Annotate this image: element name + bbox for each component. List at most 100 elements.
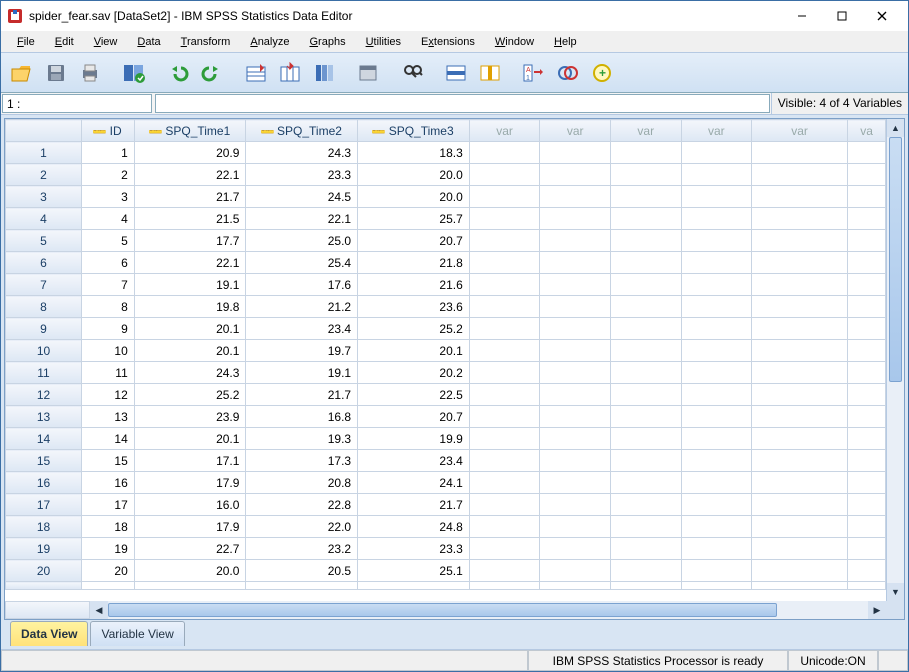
cell-id[interactable]: 14: [82, 428, 135, 450]
column-header-empty[interactable]: var: [469, 120, 540, 142]
cell-spq-time1[interactable]: 17.7: [134, 230, 246, 252]
empty-cell[interactable]: [752, 516, 848, 538]
scroll-track[interactable]: [108, 601, 868, 619]
empty-cell[interactable]: [610, 428, 681, 450]
empty-cell[interactable]: [848, 428, 886, 450]
empty-cell[interactable]: [752, 406, 848, 428]
cell-spq-time1[interactable]: 23.9: [134, 406, 246, 428]
empty-cell[interactable]: [469, 142, 540, 164]
column-header-spq-time3[interactable]: 📏SPQ_Time3: [358, 120, 470, 142]
empty-cell[interactable]: [540, 208, 611, 230]
cell-spq-time3[interactable]: 22.5: [358, 384, 470, 406]
cell-id[interactable]: 15: [82, 450, 135, 472]
empty-cell[interactable]: [752, 252, 848, 274]
cell-spq-time2[interactable]: 25.4: [246, 252, 358, 274]
empty-cell[interactable]: [540, 340, 611, 362]
find-button[interactable]: [397, 58, 427, 88]
row-header[interactable]: 6: [6, 252, 82, 274]
scroll-right-arrow[interactable]: ▶: [868, 601, 886, 619]
cell-id[interactable]: 8: [82, 296, 135, 318]
menu-analyze[interactable]: Analyze: [240, 34, 299, 50]
cell-spq-time3[interactable]: 23.6: [358, 296, 470, 318]
empty-cell[interactable]: [469, 208, 540, 230]
empty-cell[interactable]: [752, 164, 848, 186]
redo-button[interactable]: [197, 58, 227, 88]
empty-cell[interactable]: [681, 362, 752, 384]
empty-cell[interactable]: [681, 384, 752, 406]
empty-cell[interactable]: [540, 186, 611, 208]
empty-cell[interactable]: [246, 582, 358, 590]
column-header-empty[interactable]: var: [752, 120, 848, 142]
empty-cell[interactable]: [752, 560, 848, 582]
empty-cell[interactable]: [540, 406, 611, 428]
empty-cell[interactable]: [469, 450, 540, 472]
empty-cell[interactable]: [681, 296, 752, 318]
row-header[interactable]: 16: [6, 472, 82, 494]
empty-cell[interactable]: [469, 274, 540, 296]
cell-spq-time1[interactable]: 25.2: [134, 384, 246, 406]
cell-id[interactable]: 13: [82, 406, 135, 428]
cell-spq-time3[interactable]: 23.4: [358, 450, 470, 472]
empty-cell[interactable]: [752, 538, 848, 560]
empty-cell[interactable]: [681, 230, 752, 252]
row-header[interactable]: 1: [6, 142, 82, 164]
cell-spq-time1[interactable]: 20.0: [134, 560, 246, 582]
empty-cell[interactable]: [540, 516, 611, 538]
empty-cell[interactable]: [848, 296, 886, 318]
empty-cell[interactable]: [610, 450, 681, 472]
cell-spq-time2[interactable]: 23.2: [246, 538, 358, 560]
empty-cell[interactable]: [540, 450, 611, 472]
empty-cell[interactable]: [848, 252, 886, 274]
cell-spq-time1[interactable]: 21.5: [134, 208, 246, 230]
empty-cell[interactable]: [681, 318, 752, 340]
empty-cell[interactable]: [469, 494, 540, 516]
empty-cell[interactable]: [848, 494, 886, 516]
empty-cell[interactable]: [752, 274, 848, 296]
split-file-button[interactable]: A1: [519, 58, 549, 88]
empty-cell[interactable]: [752, 362, 848, 384]
cell-spq-time1[interactable]: 17.1: [134, 450, 246, 472]
tab-variable-view[interactable]: Variable View: [90, 621, 184, 646]
empty-cell[interactable]: [540, 494, 611, 516]
empty-cell[interactable]: [610, 318, 681, 340]
scroll-left-arrow[interactable]: ◀: [90, 601, 108, 619]
row-header[interactable]: 7: [6, 274, 82, 296]
empty-cell[interactable]: [610, 472, 681, 494]
variables-button[interactable]: [309, 58, 339, 88]
column-header-id[interactable]: 📏ID: [82, 120, 135, 142]
cell-spq-time2[interactable]: 20.8: [246, 472, 358, 494]
insert-variable-button[interactable]: [475, 58, 505, 88]
cell-spq-time2[interactable]: 19.3: [246, 428, 358, 450]
cell-id[interactable]: 17: [82, 494, 135, 516]
empty-cell[interactable]: [540, 472, 611, 494]
empty-cell[interactable]: [848, 472, 886, 494]
empty-cell[interactable]: [540, 274, 611, 296]
menu-graphs[interactable]: Graphs: [299, 34, 355, 50]
empty-cell[interactable]: [752, 142, 848, 164]
empty-cell[interactable]: [681, 186, 752, 208]
empty-cell[interactable]: [610, 494, 681, 516]
empty-cell[interactable]: [752, 208, 848, 230]
column-header-empty[interactable]: var: [540, 120, 611, 142]
cell-spq-time1[interactable]: 22.1: [134, 252, 246, 274]
empty-cell[interactable]: [681, 208, 752, 230]
empty-cell[interactable]: [681, 428, 752, 450]
cell-spq-time2[interactable]: 24.5: [246, 186, 358, 208]
cell-spq-time3[interactable]: 25.1: [358, 560, 470, 582]
cell-id[interactable]: 16: [82, 472, 135, 494]
empty-cell[interactable]: [848, 318, 886, 340]
empty-cell[interactable]: [848, 230, 886, 252]
column-header-spq-time1[interactable]: 📏SPQ_Time1: [134, 120, 246, 142]
cell-spq-time1[interactable]: 22.1: [134, 164, 246, 186]
empty-cell[interactable]: [681, 164, 752, 186]
cell-spq-time1[interactable]: 17.9: [134, 516, 246, 538]
empty-cell[interactable]: [469, 538, 540, 560]
cell-value-field[interactable]: [155, 94, 770, 113]
empty-cell[interactable]: [848, 384, 886, 406]
cell-id[interactable]: 1: [82, 142, 135, 164]
cell-spq-time2[interactable]: 17.6: [246, 274, 358, 296]
empty-cell[interactable]: [610, 406, 681, 428]
cell-spq-time2[interactable]: 24.3: [246, 142, 358, 164]
data-grid[interactable]: 📏ID 📏SPQ_Time1 📏SPQ_Time2 📏SPQ_Time3 var…: [5, 119, 886, 590]
empty-cell[interactable]: [469, 318, 540, 340]
